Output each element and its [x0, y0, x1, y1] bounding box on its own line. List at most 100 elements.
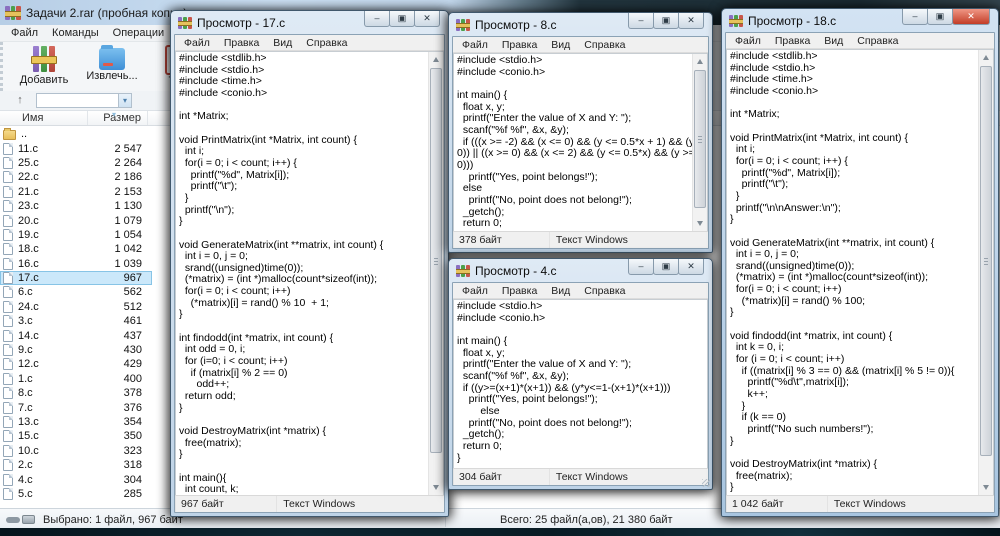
file-name: 7.c [18, 402, 82, 414]
file-icon [3, 402, 13, 414]
menu-item[interactable]: Правка [495, 285, 544, 297]
file-name: 16.c [18, 258, 82, 270]
file-icon [3, 416, 13, 428]
column-header-name[interactable]: Имя [0, 111, 88, 125]
windows-taskbar[interactable] [0, 528, 1000, 536]
menu-item[interactable]: Справка [577, 39, 632, 51]
status-bytes: 378 байт [453, 232, 550, 248]
viewer-text-area[interactable]: #include <stdlib.h> #include <stdio.h> #… [175, 51, 444, 495]
resize-grip[interactable] [702, 479, 710, 487]
scroll-down-icon[interactable] [693, 216, 707, 231]
viewer-title: Просмотр - 4.c [475, 264, 556, 278]
close-button[interactable]: ✕ [414, 11, 440, 27]
caption-buttons: – ▣ ✕ [903, 9, 990, 25]
disk-icon[interactable] [22, 515, 35, 524]
column-header-size[interactable]: ▾Размер [88, 111, 148, 125]
viewer-text-area[interactable]: #include <stdio.h> #include <conio.h> in… [453, 299, 708, 468]
viewer-text-area[interactable]: #include <stdlib.h> #include <stdio.h> #… [726, 49, 994, 495]
vertical-scrollbar[interactable] [428, 52, 443, 495]
menu-item[interactable]: Справка [299, 37, 354, 49]
minimize-button[interactable]: – [628, 13, 654, 29]
key-icon[interactable] [6, 517, 20, 523]
menu-item[interactable]: Справка [577, 285, 632, 297]
menu-item[interactable]: Файл [455, 285, 495, 297]
menu-item[interactable]: Вид [817, 35, 850, 47]
file-name: 25.c [18, 157, 82, 169]
chevron-down-icon[interactable]: ▾ [118, 94, 131, 107]
file-icon [3, 373, 13, 385]
scroll-down-icon[interactable] [979, 480, 993, 495]
status-bytes: 967 байт [175, 496, 277, 512]
menu-item[interactable]: Справка [850, 35, 905, 47]
file-size: 1 039 [82, 258, 148, 270]
file-size: 304 [82, 474, 148, 486]
menu-item[interactable]: Вид [266, 37, 299, 49]
file-name: .. [21, 128, 85, 140]
code-text: #include <stdlib.h> #include <stdio.h> #… [176, 52, 443, 495]
file-size: 318 [82, 459, 148, 471]
file-size: 323 [82, 445, 148, 457]
file-icon [3, 430, 13, 442]
menu-item[interactable]: Вид [544, 285, 577, 297]
viewer-statusbar: 967 байт Текст Windows [175, 495, 444, 512]
file-name: 14.c [18, 330, 82, 342]
minimize-button[interactable]: – [902, 9, 928, 25]
winrar-app-icon [456, 265, 470, 277]
file-size: 1 054 [82, 229, 148, 241]
minimize-button[interactable]: – [364, 11, 390, 27]
menu-item[interactable]: Вид [544, 39, 577, 51]
file-icon [3, 286, 13, 298]
table-row[interactable]: 17.c 967 [0, 271, 152, 285]
viewer-window-18c: Просмотр - 18.c – ▣ ✕ ФайлПравкаВидСправ… [721, 8, 999, 517]
scrollbar-thumb[interactable] [980, 66, 992, 456]
file-icon [3, 330, 13, 342]
address-combo[interactable]: ▾ [36, 93, 132, 108]
restore-button[interactable]: ▣ [927, 9, 953, 25]
close-button[interactable]: ✕ [952, 9, 990, 25]
file-size: 967 [82, 272, 148, 284]
file-icon [3, 272, 13, 284]
vertical-scrollbar[interactable] [692, 54, 707, 231]
file-name: 8.c [18, 387, 82, 399]
restore-button[interactable]: ▣ [389, 11, 415, 27]
file-icon [3, 186, 13, 198]
restore-button[interactable]: ▣ [653, 13, 679, 29]
scrollbar-thumb[interactable] [430, 68, 442, 453]
add-button-label: Добавить [20, 74, 69, 86]
file-size: 1 042 [82, 243, 148, 255]
file-icon [3, 474, 13, 486]
scroll-down-icon[interactable] [429, 480, 443, 495]
file-size: 400 [82, 373, 148, 385]
up-directory-button[interactable]: ↑ [10, 93, 30, 108]
file-size: 1 130 [82, 200, 148, 212]
file-name: 10.c [18, 445, 82, 457]
file-icon [3, 344, 13, 356]
viewer-text-area[interactable]: #include <stdio.h> #include <conio.h> in… [453, 53, 708, 231]
file-icon [3, 387, 13, 399]
menu-item[interactable]: Файл [177, 37, 217, 49]
vertical-scrollbar[interactable] [978, 50, 993, 495]
file-name: 6.c [18, 286, 82, 298]
file-name: 11.c [18, 143, 82, 155]
menu-item[interactable]: Файл [728, 35, 768, 47]
file-icon [3, 157, 13, 169]
menu-item[interactable]: Операции [106, 26, 171, 40]
file-size: 430 [82, 344, 148, 356]
file-size: 2 186 [82, 171, 148, 183]
scrollbar-thumb[interactable] [694, 70, 706, 208]
menu-item[interactable]: Правка [495, 39, 544, 51]
restore-button[interactable]: ▣ [653, 259, 679, 275]
menu-item[interactable]: Файл [4, 26, 45, 40]
file-icon [3, 258, 13, 270]
extract-button[interactable]: Извлечь... [83, 44, 141, 91]
close-button[interactable]: ✕ [678, 259, 704, 275]
caption-buttons: – ▣ ✕ [629, 13, 704, 29]
close-button[interactable]: ✕ [678, 13, 704, 29]
minimize-button[interactable]: – [628, 259, 654, 275]
menu-item[interactable]: Правка [217, 37, 266, 49]
add-button[interactable]: Добавить [15, 44, 73, 91]
menu-item[interactable]: Файл [455, 39, 495, 51]
menu-item[interactable]: Команды [45, 26, 106, 40]
menu-item[interactable]: Правка [768, 35, 817, 47]
file-name: 19.c [18, 229, 82, 241]
